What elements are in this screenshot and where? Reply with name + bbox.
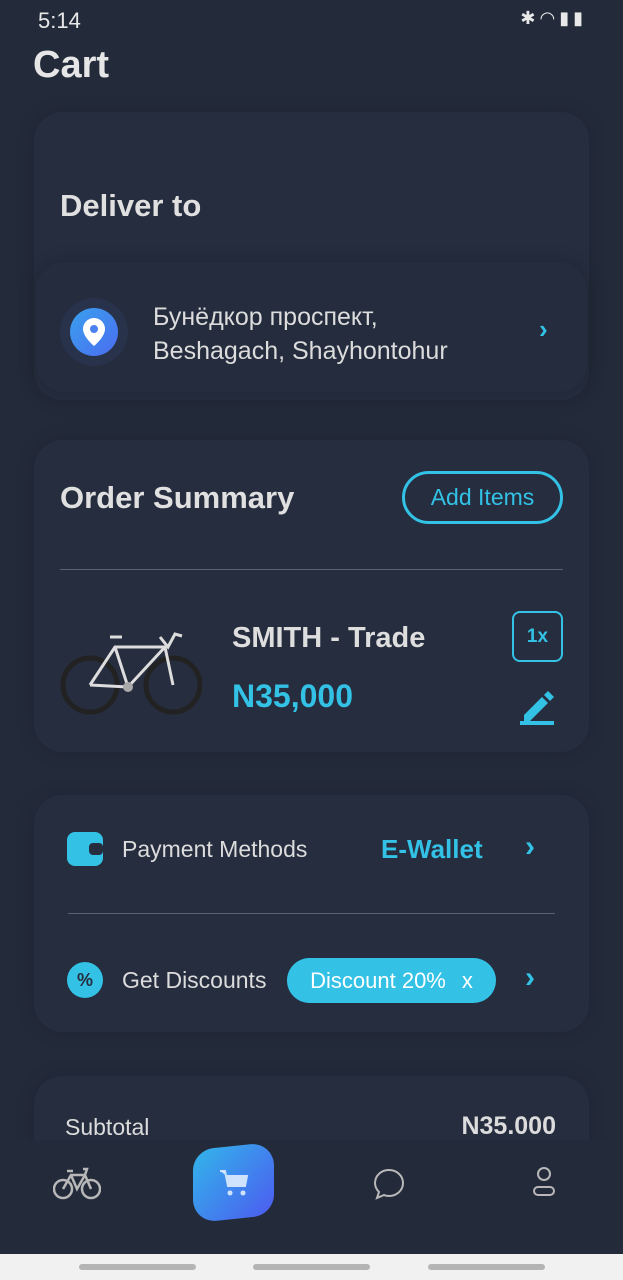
item-name: SMITH - Trade: [232, 622, 426, 654]
subtotal-label: Subtotal: [65, 1114, 150, 1140]
discount-icon: %: [67, 962, 103, 998]
chevron-right-icon[interactable]: ›: [525, 830, 535, 864]
bike-icon[interactable]: [52, 1166, 102, 1205]
signal-icon: ▮: [559, 8, 574, 28]
payment-method-value[interactable]: E-Wallet: [381, 834, 483, 865]
system-nav-handle[interactable]: [428, 1264, 545, 1270]
wifi-icon: ◠: [539, 8, 560, 28]
page-title: Cart: [33, 44, 110, 86]
wallet-icon: [67, 832, 103, 866]
divider: [60, 569, 563, 570]
add-items-button[interactable]: Add Items: [402, 471, 563, 524]
cart-icon: [219, 1169, 248, 1195]
bike-image: [60, 622, 203, 722]
system-nav-handle[interactable]: [253, 1264, 370, 1270]
address-line-1: Бунёдкор проспект,: [153, 303, 378, 331]
get-discounts-label: Get Discounts: [122, 967, 267, 993]
remove-discount-button[interactable]: x: [462, 968, 473, 994]
delivery-address: Бунёдкор проспект, Beshagach, Shayhontoh…: [153, 300, 448, 368]
bottom-nav: [0, 1140, 623, 1254]
status-time: 5:14: [38, 8, 81, 33]
profile-icon[interactable]: [532, 1166, 556, 1203]
bluetooth-icon: ✱: [520, 8, 540, 28]
location-pin-icon: [60, 298, 128, 366]
discount-badge-label: Discount 20%: [310, 967, 446, 993]
subtotal-value: N35.000: [461, 1112, 556, 1140]
system-nav-handle[interactable]: [79, 1264, 196, 1270]
status-icons: ✱◠▮▮: [520, 8, 587, 29]
chat-icon[interactable]: [373, 1168, 405, 1205]
order-summary-title: Order Summary: [60, 480, 295, 515]
system-nav-bar: [0, 1254, 623, 1280]
deliver-title: Deliver to: [60, 188, 202, 223]
item-price: N35,000: [232, 678, 353, 714]
divider: [68, 913, 555, 914]
payment-methods-label: Payment Methods: [122, 836, 308, 862]
battery-charging-icon: ▮: [573, 8, 587, 28]
chevron-right-icon[interactable]: ›: [525, 961, 535, 995]
edit-icon[interactable]: [520, 689, 554, 730]
nav-cart-button[interactable]: [193, 1141, 274, 1224]
chevron-right-icon[interactable]: ›: [539, 314, 548, 345]
quantity-badge[interactable]: 1x: [512, 611, 563, 662]
address-line-2: Beshagach, Shayhontohur: [153, 337, 448, 365]
discount-badge[interactable]: Discount 20% x: [287, 958, 496, 1003]
